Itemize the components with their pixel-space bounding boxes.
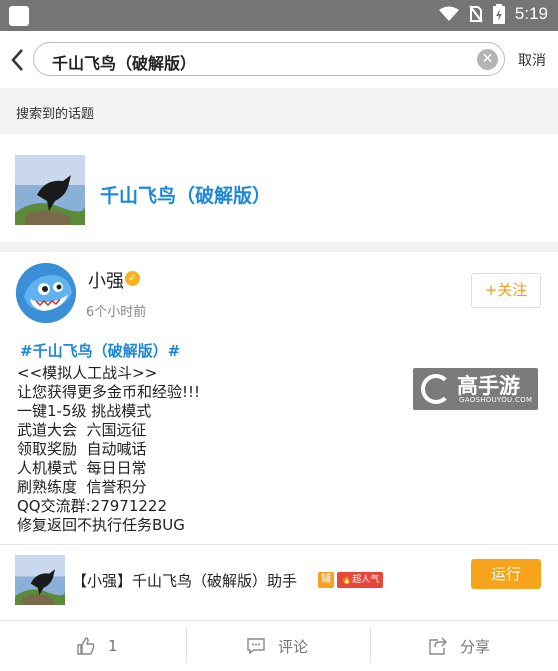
content-line: 人机模式 每日日常 — [17, 459, 147, 477]
watermark-url: GAOSHOUYOU.COM — [459, 396, 533, 404]
battery-icon — [492, 4, 505, 24]
post-time: 6个小时前 — [86, 305, 147, 320]
avatar[interactable] — [16, 263, 76, 323]
no-sim-icon — [469, 5, 483, 23]
verified-badge-icon: ✓ — [125, 271, 140, 286]
action-bar: 1 评论 分享 — [0, 620, 558, 671]
hot-badge-label: 超人气 — [352, 575, 380, 585]
like-button[interactable]: 1 — [76, 621, 118, 671]
content-line: 让您获得更多金币和经验!!! — [17, 383, 201, 401]
share-button[interactable]: 分享 — [428, 621, 490, 671]
content-line: <<模拟人工战斗>> — [17, 364, 158, 382]
app-icon — [15, 555, 65, 605]
notification-icon — [9, 6, 29, 26]
content-line: 刷熟练度 信誉积分 — [17, 478, 147, 496]
content-line: 修复返回不执行任务BUG — [17, 516, 185, 534]
app-row[interactable]: 【小强】千山飞鸟（破解版）助手 辅 🔥超人气 运行 — [0, 544, 558, 620]
wifi-icon — [438, 6, 459, 21]
logo-g-icon — [421, 374, 451, 404]
divider — [186, 627, 187, 663]
back-arrow-icon[interactable] — [8, 47, 30, 73]
topic-title[interactable]: 千山飞鸟（破解版） — [100, 181, 271, 208]
search-query[interactable]: 千山飞鸟（破解版） — [52, 50, 196, 74]
like-count: 1 — [108, 637, 118, 655]
divider — [370, 627, 371, 663]
search-bar: 千山飞鸟（破解版） ✕ 取消 — [0, 31, 558, 88]
status-time: 5:19 — [514, 4, 548, 23]
content-line: 武道大会 六国远征 — [17, 421, 147, 439]
section-title: 搜索到的话题 — [16, 107, 95, 122]
post-card: 小强 ✓ 6个小时前 +关注 #千山飞鸟（破解版）# <<模拟人工战斗>> 让您… — [0, 252, 558, 620]
post-hashtag[interactable]: #千山飞鸟（破解版）# — [20, 340, 180, 361]
comment-icon — [247, 638, 265, 655]
topic-thumbnail — [15, 155, 85, 225]
app-name: 【小强】千山飞鸟（破解版）助手 — [72, 572, 298, 590]
section-header: 搜索到的话题 — [0, 88, 558, 134]
search-input[interactable]: 千山飞鸟（破解版） ✕ — [33, 42, 505, 76]
topic-card[interactable]: 千山飞鸟（破解版） — [0, 134, 558, 242]
status-bar: 5:19 — [0, 0, 558, 31]
post-content: <<模拟人工战斗>> 让您获得更多金币和经验!!! 一键1-5级 挑战模式 武道… — [17, 364, 397, 535]
share-label: 分享 — [460, 637, 491, 656]
comment-label: 评论 — [278, 637, 309, 656]
follow-button[interactable]: +关注 — [471, 273, 541, 308]
comment-button[interactable]: 评论 — [246, 621, 308, 671]
content-line: QQ交流群:27971222 — [17, 497, 168, 515]
cancel-button[interactable]: 取消 — [518, 50, 546, 70]
assist-tag: 辅 — [318, 572, 334, 588]
author-name[interactable]: 小强 — [88, 267, 124, 293]
share-icon — [429, 637, 447, 655]
clear-icon[interactable]: ✕ — [477, 49, 498, 70]
thumbs-up-icon — [77, 637, 95, 655]
hot-badge: 🔥超人气 — [337, 572, 384, 588]
content-line: 一键1-5级 挑战模式 — [17, 402, 152, 420]
watermark-logo: 高手游 GAOSHOUYOU.COM — [413, 368, 538, 410]
content-line: 领取奖励 自动喊话 — [17, 440, 147, 458]
run-button[interactable]: 运行 — [471, 559, 541, 589]
